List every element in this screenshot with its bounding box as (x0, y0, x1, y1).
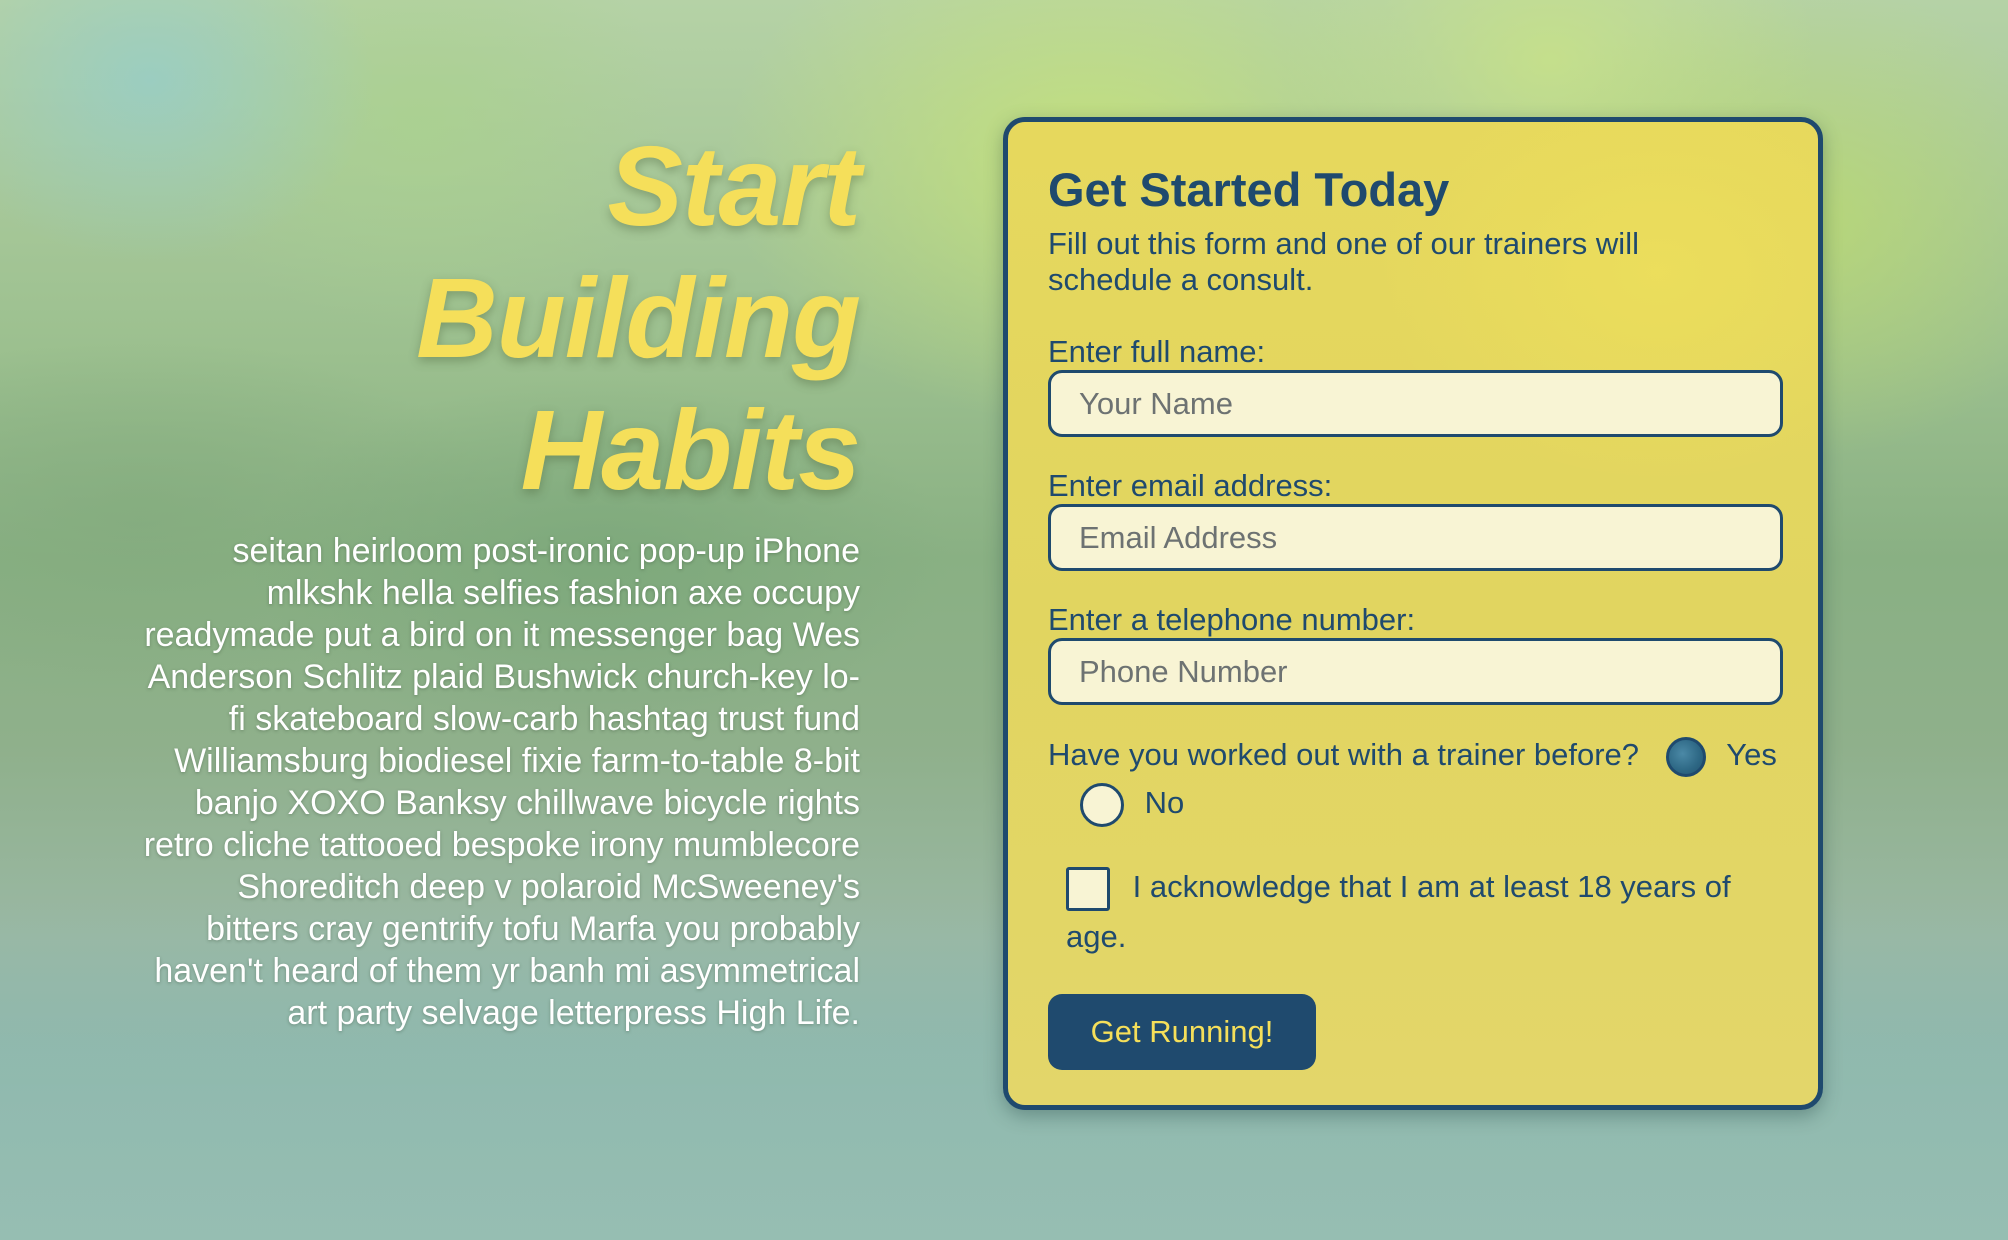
email-field-group: Enter email address: (1048, 468, 1783, 571)
name-label: Enter full name: (1048, 334, 1266, 369)
hero-section: Start Building Habits seitan heirloom po… (140, 120, 861, 1034)
form-intro: Fill out this form and one of our traine… (1048, 226, 1639, 297)
phone-label: Enter a telephone number: (1048, 602, 1416, 637)
radio-no-label[interactable]: No (1145, 785, 1185, 820)
email-label: Enter email address: (1048, 468, 1333, 503)
trainer-question-label: Have you worked out with a trainer befor… (1048, 737, 1640, 772)
trainer-question-group: Have you worked out with a trainer befor… (1048, 730, 1808, 780)
hero-title: Start Building Habits (140, 120, 861, 516)
hero-title-line1: Start Building (416, 123, 861, 381)
hero-title-line2: Habits (520, 387, 861, 513)
age-checkbox[interactable] (1066, 866, 1110, 911)
age-checkbox-group: I acknowledge that I am at least 18 year… (1066, 862, 1766, 962)
phone-field-group: Enter a telephone number: (1048, 602, 1783, 705)
hero-body-text: seitan heirloom post-ironic pop-up iPhon… (143, 532, 860, 1032)
name-field-group: Enter full name: (1048, 334, 1783, 437)
radio-no-group: No (1080, 778, 1184, 828)
form-title: Get Started Today (1048, 163, 1450, 216)
signup-form-card: Get Started Today Fill out this form and… (1003, 117, 1823, 1110)
phone-input[interactable] (1048, 638, 1783, 705)
email-input[interactable] (1048, 504, 1783, 571)
get-running-button[interactable]: Get Running! (1048, 994, 1316, 1070)
radio-no[interactable] (1080, 782, 1124, 827)
name-input[interactable] (1048, 370, 1783, 437)
radio-yes[interactable] (1665, 736, 1706, 777)
radio-yes-label[interactable]: Yes (1726, 737, 1777, 772)
age-checkbox-label[interactable]: I acknowledge that I am at least 18 year… (1066, 869, 1731, 954)
